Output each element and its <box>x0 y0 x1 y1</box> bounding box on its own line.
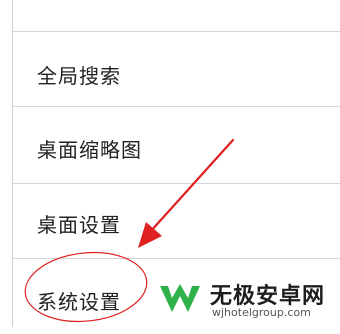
watermark-logo-icon <box>157 275 203 321</box>
watermark: 无极安卓网 wjhotelgroup.com <box>150 270 340 327</box>
watermark-url: wjhotelgroup.com <box>212 306 311 319</box>
highlight-circle <box>24 251 148 323</box>
arrow-icon <box>138 138 235 248</box>
